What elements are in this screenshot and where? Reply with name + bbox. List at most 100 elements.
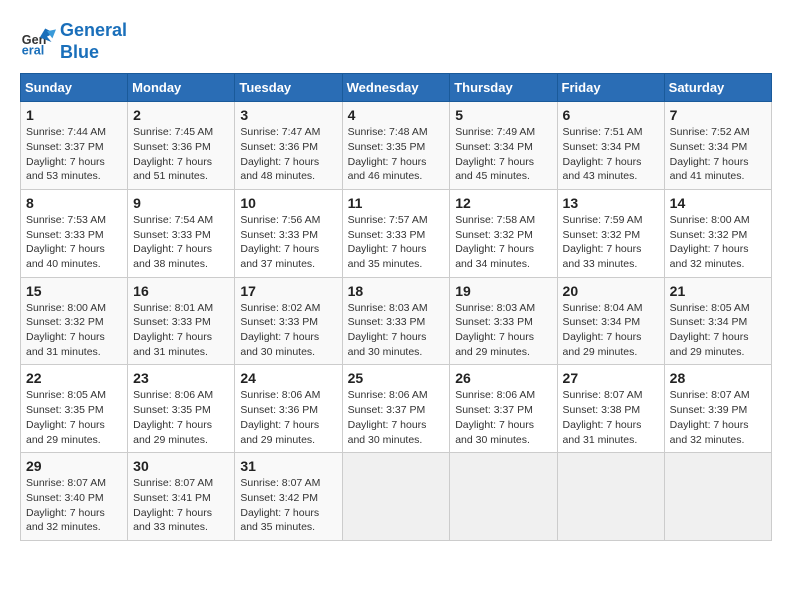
- day-number: 3: [240, 107, 336, 123]
- day-number: 5: [455, 107, 551, 123]
- day-number: 10: [240, 195, 336, 211]
- calendar-cell: 19 Sunrise: 8:03 AM Sunset: 3:33 PM Dayl…: [450, 277, 557, 365]
- day-number: 17: [240, 283, 336, 299]
- calendar-cell: 17 Sunrise: 8:02 AM Sunset: 3:33 PM Dayl…: [235, 277, 342, 365]
- calendar-week-2: 8 Sunrise: 7:53 AM Sunset: 3:33 PM Dayli…: [21, 189, 772, 277]
- calendar-cell: [450, 453, 557, 541]
- day-number: 8: [26, 195, 122, 211]
- calendar-cell: 16 Sunrise: 8:01 AM Sunset: 3:33 PM Dayl…: [128, 277, 235, 365]
- day-number: 27: [563, 370, 659, 386]
- calendar-cell: 7 Sunrise: 7:52 AM Sunset: 3:34 PM Dayli…: [664, 102, 771, 190]
- day-info: Sunrise: 8:05 AM Sunset: 3:34 PM Dayligh…: [670, 301, 766, 360]
- day-number: 14: [670, 195, 766, 211]
- day-info: Sunrise: 8:03 AM Sunset: 3:33 PM Dayligh…: [455, 301, 551, 360]
- calendar-cell: 4 Sunrise: 7:48 AM Sunset: 3:35 PM Dayli…: [342, 102, 450, 190]
- logo: Gen eral GeneralBlue: [20, 20, 127, 63]
- calendar-cell: 11 Sunrise: 7:57 AM Sunset: 3:33 PM Dayl…: [342, 189, 450, 277]
- calendar-cell: 26 Sunrise: 8:06 AM Sunset: 3:37 PM Dayl…: [450, 365, 557, 453]
- calendar-cell: 1 Sunrise: 7:44 AM Sunset: 3:37 PM Dayli…: [21, 102, 128, 190]
- day-info: Sunrise: 7:59 AM Sunset: 3:32 PM Dayligh…: [563, 213, 659, 272]
- calendar-cell: 20 Sunrise: 8:04 AM Sunset: 3:34 PM Dayl…: [557, 277, 664, 365]
- calendar-week-4: 22 Sunrise: 8:05 AM Sunset: 3:35 PM Dayl…: [21, 365, 772, 453]
- day-info: Sunrise: 8:00 AM Sunset: 3:32 PM Dayligh…: [670, 213, 766, 272]
- calendar-cell: 28 Sunrise: 8:07 AM Sunset: 3:39 PM Dayl…: [664, 365, 771, 453]
- day-number: 30: [133, 458, 229, 474]
- day-info: Sunrise: 8:07 AM Sunset: 3:41 PM Dayligh…: [133, 476, 229, 535]
- day-info: Sunrise: 7:58 AM Sunset: 3:32 PM Dayligh…: [455, 213, 551, 272]
- logo-icon: Gen eral: [20, 24, 56, 60]
- calendar-cell: 31 Sunrise: 8:07 AM Sunset: 3:42 PM Dayl…: [235, 453, 342, 541]
- weekday-header-sunday: Sunday: [21, 74, 128, 102]
- logo-text: GeneralBlue: [60, 20, 127, 63]
- day-info: Sunrise: 7:48 AM Sunset: 3:35 PM Dayligh…: [348, 125, 445, 184]
- day-info: Sunrise: 7:53 AM Sunset: 3:33 PM Dayligh…: [26, 213, 122, 272]
- day-info: Sunrise: 8:03 AM Sunset: 3:33 PM Dayligh…: [348, 301, 445, 360]
- day-number: 25: [348, 370, 445, 386]
- calendar-week-1: 1 Sunrise: 7:44 AM Sunset: 3:37 PM Dayli…: [21, 102, 772, 190]
- calendar-cell: 6 Sunrise: 7:51 AM Sunset: 3:34 PM Dayli…: [557, 102, 664, 190]
- calendar-cell: 22 Sunrise: 8:05 AM Sunset: 3:35 PM Dayl…: [21, 365, 128, 453]
- calendar-cell: 23 Sunrise: 8:06 AM Sunset: 3:35 PM Dayl…: [128, 365, 235, 453]
- weekday-header-saturday: Saturday: [664, 74, 771, 102]
- calendar-cell: 10 Sunrise: 7:56 AM Sunset: 3:33 PM Dayl…: [235, 189, 342, 277]
- day-info: Sunrise: 8:07 AM Sunset: 3:40 PM Dayligh…: [26, 476, 122, 535]
- day-number: 2: [133, 107, 229, 123]
- page-header: Gen eral GeneralBlue: [20, 20, 772, 63]
- day-number: 13: [563, 195, 659, 211]
- day-info: Sunrise: 7:52 AM Sunset: 3:34 PM Dayligh…: [670, 125, 766, 184]
- day-number: 29: [26, 458, 122, 474]
- day-number: 28: [670, 370, 766, 386]
- calendar-week-3: 15 Sunrise: 8:00 AM Sunset: 3:32 PM Dayl…: [21, 277, 772, 365]
- day-info: Sunrise: 8:06 AM Sunset: 3:37 PM Dayligh…: [455, 388, 551, 447]
- day-number: 6: [563, 107, 659, 123]
- calendar-cell: 5 Sunrise: 7:49 AM Sunset: 3:34 PM Dayli…: [450, 102, 557, 190]
- day-number: 9: [133, 195, 229, 211]
- weekday-header-monday: Monday: [128, 74, 235, 102]
- day-info: Sunrise: 7:51 AM Sunset: 3:34 PM Dayligh…: [563, 125, 659, 184]
- calendar-cell: 24 Sunrise: 8:06 AM Sunset: 3:36 PM Dayl…: [235, 365, 342, 453]
- calendar-cell: [557, 453, 664, 541]
- calendar-cell: 13 Sunrise: 7:59 AM Sunset: 3:32 PM Dayl…: [557, 189, 664, 277]
- day-number: 19: [455, 283, 551, 299]
- calendar-cell: 27 Sunrise: 8:07 AM Sunset: 3:38 PM Dayl…: [557, 365, 664, 453]
- day-info: Sunrise: 7:44 AM Sunset: 3:37 PM Dayligh…: [26, 125, 122, 184]
- svg-text:eral: eral: [22, 43, 44, 57]
- calendar-cell: 30 Sunrise: 8:07 AM Sunset: 3:41 PM Dayl…: [128, 453, 235, 541]
- day-number: 24: [240, 370, 336, 386]
- day-number: 4: [348, 107, 445, 123]
- day-number: 20: [563, 283, 659, 299]
- day-number: 12: [455, 195, 551, 211]
- calendar-cell: 8 Sunrise: 7:53 AM Sunset: 3:33 PM Dayli…: [21, 189, 128, 277]
- calendar-cell: 3 Sunrise: 7:47 AM Sunset: 3:36 PM Dayli…: [235, 102, 342, 190]
- calendar-cell: [342, 453, 450, 541]
- day-number: 7: [670, 107, 766, 123]
- day-number: 22: [26, 370, 122, 386]
- calendar-cell: 12 Sunrise: 7:58 AM Sunset: 3:32 PM Dayl…: [450, 189, 557, 277]
- day-number: 23: [133, 370, 229, 386]
- calendar-table: SundayMondayTuesdayWednesdayThursdayFrid…: [20, 73, 772, 541]
- day-number: 11: [348, 195, 445, 211]
- day-info: Sunrise: 8:06 AM Sunset: 3:35 PM Dayligh…: [133, 388, 229, 447]
- calendar-cell: 9 Sunrise: 7:54 AM Sunset: 3:33 PM Dayli…: [128, 189, 235, 277]
- day-number: 15: [26, 283, 122, 299]
- calendar-cell: 2 Sunrise: 7:45 AM Sunset: 3:36 PM Dayli…: [128, 102, 235, 190]
- weekday-header-friday: Friday: [557, 74, 664, 102]
- calendar-cell: 29 Sunrise: 8:07 AM Sunset: 3:40 PM Dayl…: [21, 453, 128, 541]
- day-info: Sunrise: 8:01 AM Sunset: 3:33 PM Dayligh…: [133, 301, 229, 360]
- day-info: Sunrise: 7:45 AM Sunset: 3:36 PM Dayligh…: [133, 125, 229, 184]
- day-info: Sunrise: 8:07 AM Sunset: 3:42 PM Dayligh…: [240, 476, 336, 535]
- calendar-cell: 18 Sunrise: 8:03 AM Sunset: 3:33 PM Dayl…: [342, 277, 450, 365]
- day-info: Sunrise: 8:02 AM Sunset: 3:33 PM Dayligh…: [240, 301, 336, 360]
- day-info: Sunrise: 8:00 AM Sunset: 3:32 PM Dayligh…: [26, 301, 122, 360]
- calendar-cell: 21 Sunrise: 8:05 AM Sunset: 3:34 PM Dayl…: [664, 277, 771, 365]
- day-number: 16: [133, 283, 229, 299]
- calendar-cell: 14 Sunrise: 8:00 AM Sunset: 3:32 PM Dayl…: [664, 189, 771, 277]
- calendar-cell: 15 Sunrise: 8:00 AM Sunset: 3:32 PM Dayl…: [21, 277, 128, 365]
- day-number: 21: [670, 283, 766, 299]
- day-info: Sunrise: 7:57 AM Sunset: 3:33 PM Dayligh…: [348, 213, 445, 272]
- day-info: Sunrise: 8:05 AM Sunset: 3:35 PM Dayligh…: [26, 388, 122, 447]
- weekday-header-tuesday: Tuesday: [235, 74, 342, 102]
- calendar-week-5: 29 Sunrise: 8:07 AM Sunset: 3:40 PM Dayl…: [21, 453, 772, 541]
- day-info: Sunrise: 7:47 AM Sunset: 3:36 PM Dayligh…: [240, 125, 336, 184]
- day-info: Sunrise: 8:07 AM Sunset: 3:39 PM Dayligh…: [670, 388, 766, 447]
